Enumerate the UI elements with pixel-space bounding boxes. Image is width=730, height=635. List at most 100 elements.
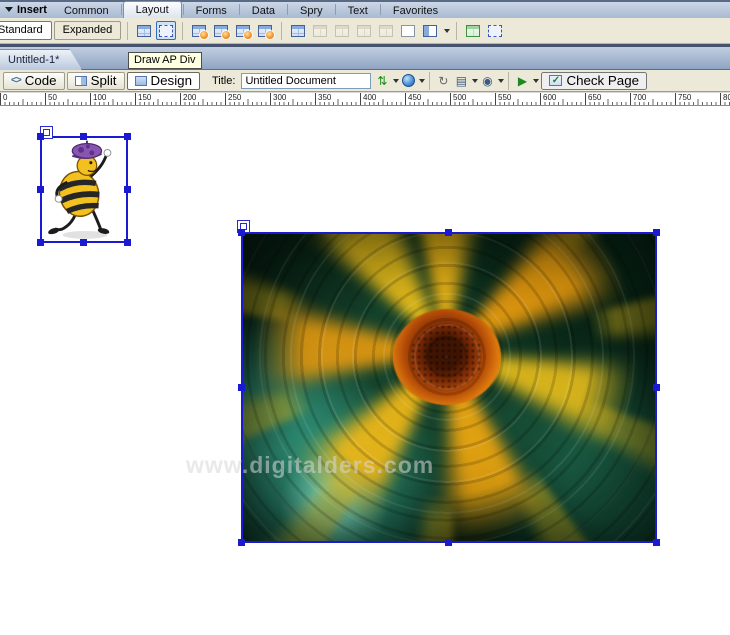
tab-separator xyxy=(380,4,381,15)
draw-ap-div-icon[interactable] xyxy=(156,21,176,40)
tabular-data-icon[interactable] xyxy=(463,21,483,40)
table-icon xyxy=(291,25,305,37)
toolbar-separator xyxy=(429,72,430,90)
file-management-icon[interactable]: ⇅ xyxy=(373,72,391,90)
insert-column-left-icon[interactable] xyxy=(354,21,374,40)
toolbar-separator xyxy=(182,22,183,40)
toolbar-separator xyxy=(456,22,457,40)
flower-image xyxy=(243,234,655,541)
document-toolbar: <> Code Split Design Title: ⇅ ↻▤ ◉ ▶ ✓ Chec… xyxy=(0,70,730,92)
resize-handle-e[interactable] xyxy=(124,186,131,193)
insert-row-above-icon xyxy=(313,25,327,37)
insert-div-tag-icon[interactable] xyxy=(134,21,154,40)
resize-handle-sw[interactable] xyxy=(37,239,44,246)
check-page-button[interactable]: ✓ Check Page xyxy=(541,72,647,90)
ruler-label-400: 400 xyxy=(360,93,376,106)
insert-row-below-icon[interactable] xyxy=(332,21,352,40)
resize-handle-w[interactable] xyxy=(37,186,44,193)
code-view-button[interactable]: <> Code xyxy=(3,72,65,90)
design-canvas[interactable]: www.digitalders.com xyxy=(0,106,730,632)
ruler-label-650: 650 xyxy=(585,93,601,106)
resize-handle-n[interactable] xyxy=(445,229,452,236)
toolbar-separator xyxy=(281,22,282,40)
flower-ap-div[interactable] xyxy=(241,232,657,543)
ap-elements-icon[interactable] xyxy=(485,21,505,40)
design-view-button[interactable]: Design xyxy=(127,72,201,90)
table-icon[interactable] xyxy=(288,21,308,40)
frames-icon xyxy=(423,25,437,37)
spry-accordion-icon[interactable] xyxy=(233,21,253,40)
ruler-label-450: 450 xyxy=(405,93,421,106)
insert-tab-favorites[interactable]: Favorites xyxy=(382,3,449,18)
spry-tabbed-panels-icon[interactable] xyxy=(211,21,231,40)
insert-tab-common[interactable]: Common xyxy=(53,3,120,18)
tabular-data-icon xyxy=(466,25,480,37)
code-icon: <> xyxy=(11,75,21,86)
resize-handle-s[interactable] xyxy=(80,239,87,246)
dropdown-arrow-icon[interactable] xyxy=(498,79,504,86)
standard-mode-button[interactable]: Standard xyxy=(0,21,52,40)
resize-handle-ne[interactable] xyxy=(653,229,660,236)
document-tab[interactable]: Untitled-1* xyxy=(0,49,82,70)
dropdown-arrow-icon[interactable] xyxy=(533,79,539,86)
resize-handle-sw[interactable] xyxy=(238,539,245,546)
ruler-label-50: 50 xyxy=(45,93,57,106)
spry-menu-bar-icon[interactable] xyxy=(189,21,209,40)
insert-row-above-icon[interactable] xyxy=(310,21,330,40)
design-view-icon xyxy=(135,76,147,86)
resize-handle-nw[interactable] xyxy=(37,133,44,140)
insert-div-tag-icon xyxy=(137,25,151,37)
resize-handle-w[interactable] xyxy=(238,384,245,391)
resize-handle-ne[interactable] xyxy=(124,133,131,140)
toolbar-separator xyxy=(508,72,509,90)
bee-ap-div[interactable] xyxy=(40,136,128,243)
resize-handle-se[interactable] xyxy=(653,539,660,546)
dropdown-arrow-icon[interactable] xyxy=(444,29,450,36)
resize-handle-s[interactable] xyxy=(445,539,452,546)
title-label: Title: xyxy=(212,75,235,87)
toolbar-separator xyxy=(127,22,128,40)
ruler-label-200: 200 xyxy=(180,93,196,106)
insert-column-right-icon xyxy=(379,25,393,37)
spry-menu-bar-icon xyxy=(192,25,206,37)
dropdown-arrow-icon[interactable] xyxy=(419,79,425,86)
preview-in-browser-icon xyxy=(402,74,415,87)
split-view-icon xyxy=(75,76,87,86)
preview-in-browser-icon[interactable] xyxy=(399,72,417,90)
resize-handle-n[interactable] xyxy=(80,133,87,140)
frames-icon[interactable] xyxy=(420,21,440,40)
insert-tab-data[interactable]: Data xyxy=(241,3,286,18)
insert-tab-spry[interactable]: Spry xyxy=(289,3,334,18)
check-page-label: Check Page xyxy=(566,73,639,88)
spry-collapsible-panel-icon[interactable] xyxy=(255,21,275,40)
insert-column-right-icon[interactable] xyxy=(376,21,396,40)
page-title-input[interactable] xyxy=(241,73,371,89)
ap-elements-icon xyxy=(488,25,502,37)
validate-markup-icon[interactable]: ▶ xyxy=(513,72,531,90)
spry-tabbed-panels-icon xyxy=(214,25,228,37)
iframe-icon[interactable] xyxy=(398,21,418,40)
insert-tab-layout[interactable]: Layout xyxy=(123,1,182,18)
watermark-text: www.digitalders.com xyxy=(186,452,434,479)
ruler-label-100: 100 xyxy=(90,93,106,106)
visual-aids-icon[interactable]: ◉ xyxy=(478,72,496,90)
resize-handle-nw[interactable] xyxy=(238,229,245,236)
insert-tab-text[interactable]: Text xyxy=(337,3,379,18)
split-button-label: Split xyxy=(91,73,117,88)
resize-handle-e[interactable] xyxy=(653,384,660,391)
tab-separator xyxy=(121,4,122,15)
ruler-label-300: 300 xyxy=(270,93,286,106)
view-options-icon[interactable]: ▤ xyxy=(452,72,470,90)
layout-icon-toolbar: Standard Expanded xyxy=(0,18,730,44)
image-vignette xyxy=(243,234,655,541)
split-view-button[interactable]: Split xyxy=(67,72,125,90)
resize-handle-se[interactable] xyxy=(124,239,131,246)
insert-menu[interactable]: Insert xyxy=(3,3,53,18)
refresh-design-view-icon[interactable]: ↻ xyxy=(434,72,452,90)
bee-image xyxy=(42,138,126,241)
menu-collapse-icon xyxy=(5,7,13,16)
insert-tab-forms[interactable]: Forms xyxy=(185,3,238,18)
ruler-label-150: 150 xyxy=(135,93,151,106)
expanded-mode-button[interactable]: Expanded xyxy=(54,21,122,40)
insert-bar: Insert CommonLayoutFormsDataSpryTextFavo… xyxy=(0,2,730,18)
